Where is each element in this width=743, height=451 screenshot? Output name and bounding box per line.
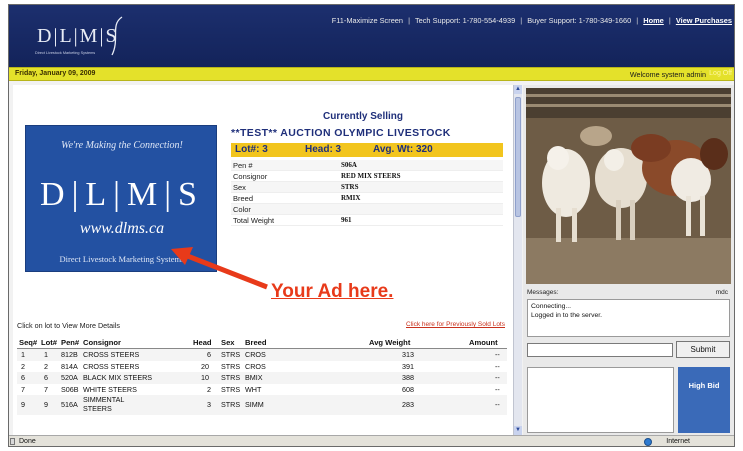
message-line: Logged in to the server. xyxy=(531,312,603,319)
scroll-thumb[interactable] xyxy=(515,97,521,217)
lot-details: Pen # S06A Consignor RED MIX STEERS Sex STR… xyxy=(231,160,503,226)
home-link[interactable]: Home xyxy=(643,16,664,25)
detail-row: Color xyxy=(231,204,503,215)
top-links: F11-Maximize Screen | Tech Support: 1-78… xyxy=(331,16,732,25)
table-header: Seq# Lot# Pen# Consignor Head Sex Breed … xyxy=(17,337,507,349)
detail-row: Pen # S06A xyxy=(231,160,503,171)
status-done: Done xyxy=(19,438,36,445)
col-sex: Sex xyxy=(221,338,235,347)
detail-row: Consignor RED MIX STEERS xyxy=(231,171,503,182)
auction-name: **TEST** AUCTION OLYMPIC LIVESTOCK xyxy=(231,127,451,139)
date-bar: Friday, January 09, 2009 Welcome system … xyxy=(9,67,734,81)
message-line: Connecting... xyxy=(531,303,572,310)
lot-number: Lot#: 3 xyxy=(235,144,268,155)
main-panel: We're Making the Connection! D|L|M|S www… xyxy=(13,85,513,435)
ad-tagline: We're Making the Connection! xyxy=(61,140,183,151)
welcome-text: Welcome system admin xyxy=(629,70,706,79)
table-row[interactable]: 1 1 812B CROSS STEERS 6 STRS CROS 313 -- xyxy=(17,349,507,361)
lot-summary-bar: Lot#: 3 Head: 3 Avg. Wt: 320 xyxy=(231,143,503,157)
messages-label: Messages: xyxy=(527,289,559,296)
messages-status: mdc xyxy=(715,289,728,296)
scroll-up-icon[interactable]: ▲ xyxy=(514,85,522,94)
ad-website: www.dlms.ca xyxy=(79,220,165,237)
logo-subtitle: Direct Livestock Marketing Systems xyxy=(35,51,96,55)
browser-status-bar: Done Internet xyxy=(9,435,734,446)
internet-zone: Internet xyxy=(666,438,690,445)
table-row[interactable]: 2 2 814A CROSS STEERS 20 STRS CROS 391 -… xyxy=(17,361,507,373)
col-avg-weight: Avg Weight xyxy=(369,338,411,347)
submit-button[interactable]: Submit xyxy=(676,341,730,358)
table-row[interactable]: 6 6 520A BLACK MIX STEERS 10 STRS BMIX 3… xyxy=(17,372,507,384)
col-amount: Amount xyxy=(469,338,498,347)
cattle-pen-image xyxy=(526,88,731,284)
currently-selling-title: Currently Selling xyxy=(323,111,404,122)
detail-row: Sex STRS xyxy=(231,182,503,193)
col-lot: Lot# xyxy=(41,338,58,347)
ad-logo: D|L|M|S xyxy=(40,176,204,213)
logout-link[interactable]: Log Off xyxy=(709,70,732,77)
message-input[interactable] xyxy=(527,343,673,357)
messages-log[interactable]: Connecting... Logged in to the server. xyxy=(527,299,730,337)
red-arrow-icon xyxy=(171,247,268,290)
page-icon xyxy=(10,438,15,445)
avg-weight: Avg. Wt: 320 xyxy=(373,144,433,155)
high-bid-label: High Bid xyxy=(688,381,720,390)
main-scrollbar[interactable]: ▲ ▼ xyxy=(513,85,522,435)
head-count: Head: 3 xyxy=(305,144,342,155)
col-pen: Pen# xyxy=(61,338,80,347)
view-purchases-link[interactable]: View Purchases xyxy=(676,16,732,25)
high-bid-panel: High Bid xyxy=(678,367,730,433)
lots-table: Seq# Lot# Pen# Consignor Head Sex Breed … xyxy=(17,337,507,415)
site-header: D|L|M|S Direct Livestock Marketing Syste… xyxy=(9,5,734,67)
detail-row: Breed RMIX xyxy=(231,193,503,204)
logo-swoosh-icon xyxy=(111,16,123,56)
click-lot-hint: Click on lot to View More Details xyxy=(17,321,120,330)
right-panel: Messages: mdc Connecting... Logged in to… xyxy=(523,85,734,435)
tech-support: Tech Support: 1-780-554-4939 xyxy=(414,16,516,25)
auction-video-feed xyxy=(526,88,731,284)
table-row[interactable]: 9 9 516A SIMMENTAL STEERS 3 STRS SIMM 28… xyxy=(17,395,507,415)
detail-row: Total Weight 961 xyxy=(231,215,503,226)
dlms-logo[interactable]: D|L|M|S Direct Livestock Marketing Syste… xyxy=(19,11,129,61)
internet-zone-icon xyxy=(644,438,652,446)
current-date: Friday, January 09, 2009 xyxy=(15,70,96,77)
browser-window: D|L|M|S Direct Livestock Marketing Syste… xyxy=(8,4,735,447)
col-consignor: Consignor xyxy=(83,338,121,347)
your-ad-here-link[interactable]: Your Ad here. xyxy=(271,281,393,303)
col-breed: Breed xyxy=(245,338,267,347)
col-head: Head xyxy=(193,338,212,347)
scroll-down-icon[interactable]: ▼ xyxy=(514,426,522,435)
maximize-hint: F11-Maximize Screen xyxy=(331,16,404,25)
table-row[interactable]: 7 7 S06B WHITE STEERS 2 STRS WHT 608 -- xyxy=(17,384,507,396)
bid-area xyxy=(527,367,674,433)
previously-sold-link[interactable]: Click here for Previously Sold Lots xyxy=(406,321,505,328)
col-seq: Seq# xyxy=(19,338,38,347)
buyer-support: Buyer Support: 1-780-349-1660 xyxy=(527,16,632,25)
